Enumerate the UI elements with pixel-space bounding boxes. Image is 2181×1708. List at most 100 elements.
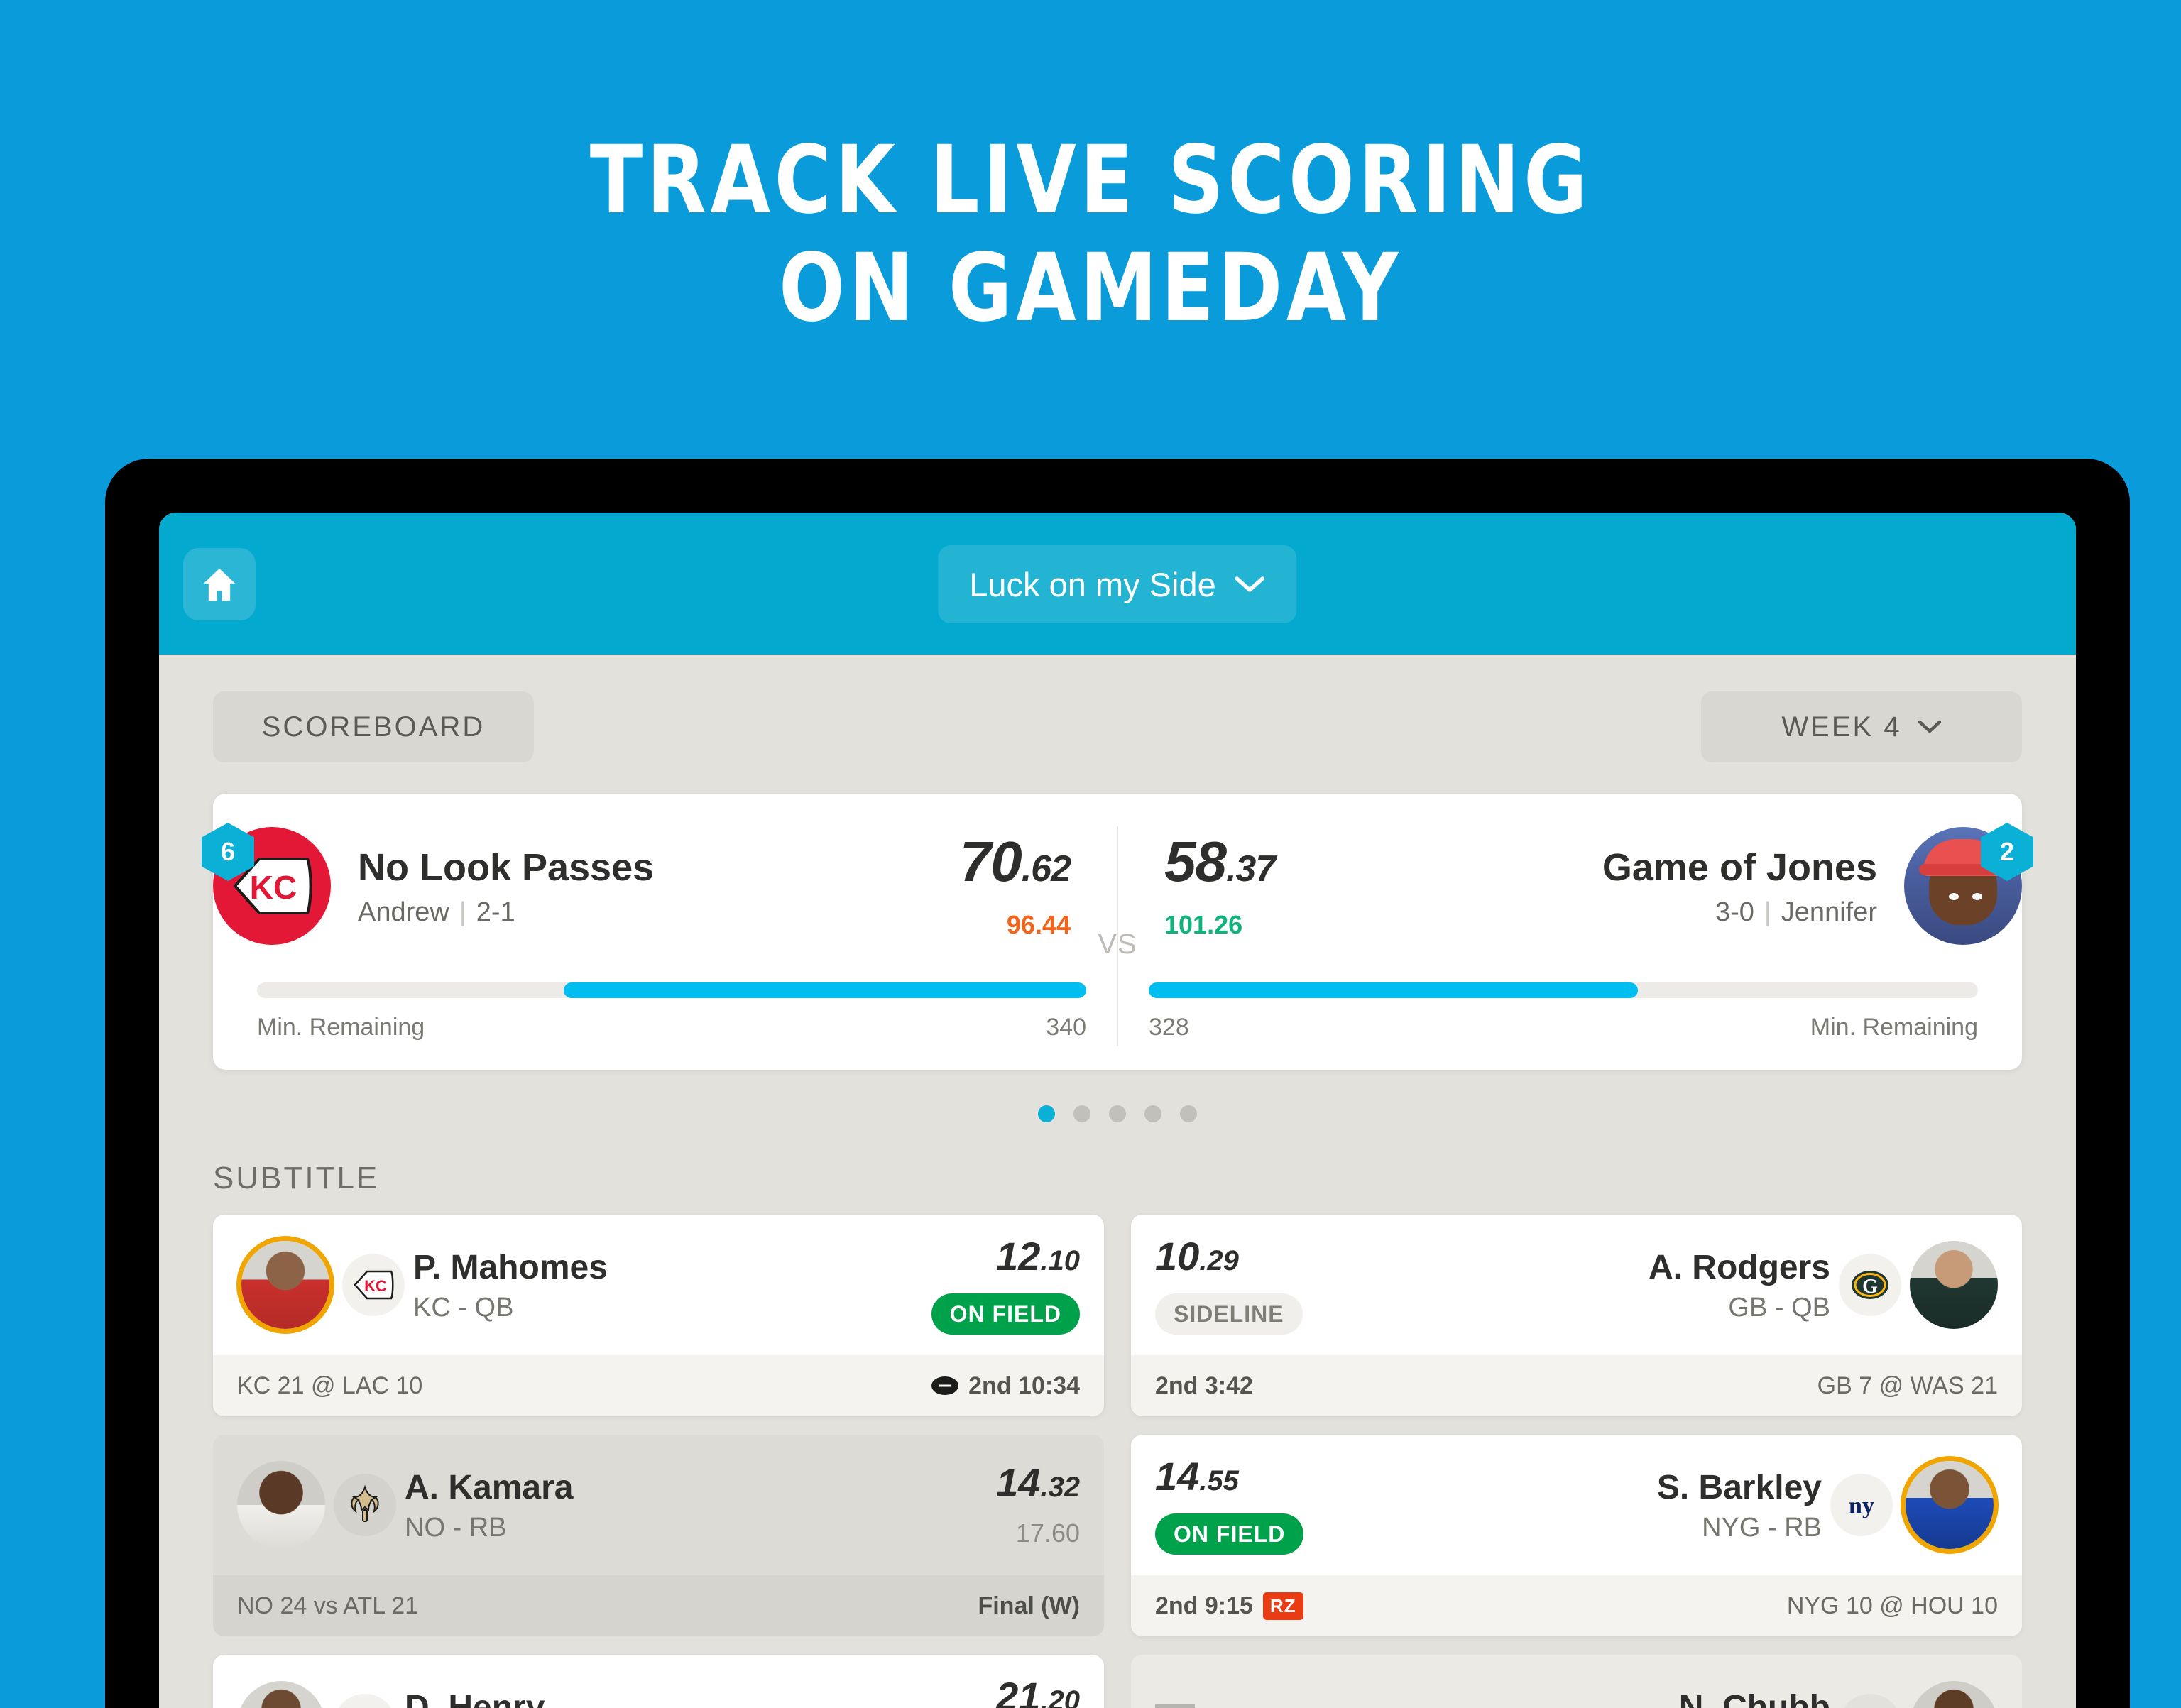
player-game-info-left: 2nd 9:15RZ [1155,1592,1303,1620]
carousel-dot-3[interactable] [1144,1105,1161,1122]
player-points-decimal: .20 [1040,1685,1080,1708]
player-card-footer: KC 21 @ LAC 10 2nd 10:34 [213,1355,1104,1416]
player-points: 10.29 [1155,1235,1239,1282]
player-name: S. Barkley [1303,1467,1822,1509]
home-progress-block: Min. Remaining 340 [213,982,1117,1041]
packers-logo-icon: G [1839,1254,1901,1316]
player-points: 14.32 [996,1462,1080,1509]
away-progress-labels: 328 Min. Remaining [1149,1014,1978,1041]
away-score-decimal: .37 [1226,848,1275,889]
player-name: N. Chubb [1205,1687,1830,1708]
player-points: 21.20 [996,1675,1080,1708]
player-avatar [237,1461,325,1549]
player-info: N. Chubb CLE - RB [1205,1687,1830,1708]
home-team-avatar: 6 KC [213,827,331,945]
titans-logo-icon [334,1694,396,1708]
matchup-away-side: 58.37 101.26 Game of Jones 3-0|Jennifer [1117,827,2022,945]
away-progress-track [1149,982,1978,998]
carousel-dot-0[interactable] [1038,1105,1055,1122]
player-card[interactable]: —7.43 N. Chubb CLE - RB [1131,1655,2022,1708]
carousel-dot-1[interactable] [1073,1105,1090,1122]
home-button[interactable] [183,548,256,620]
week-selector-dropdown[interactable]: WEEK 4 [1701,691,2022,762]
player-info: P. Mahomes KC - QB [413,1247,931,1323]
player-points-whole: 21 [996,1674,1040,1708]
player-game-info-right: Final (W) [978,1592,1080,1620]
player-info: A. Rodgers GB - QB [1303,1247,1830,1323]
player-score-block: 14.3217.60 [996,1462,1080,1548]
carousel-dot-4[interactable] [1180,1105,1197,1122]
saints-logo-icon [334,1474,396,1536]
chiefs-logo-icon: KC [342,1254,405,1316]
player-points: — [1155,1682,1195,1708]
football-icon [931,1376,958,1395]
away-score-whole: 58 [1164,830,1226,893]
home-minutes-value: 340 [1046,1014,1086,1041]
tab-scoreboard-label: SCOREBOARD [262,711,486,743]
player-game-info-right: GB 7 @ WAS 21 [1818,1372,1998,1400]
status-badge: ON FIELD [1155,1513,1303,1555]
redzone-badge: RZ [1263,1592,1303,1620]
player-card-footer: 2nd 3:42 GB 7 @ WAS 21 [1131,1355,2022,1416]
matchup-home-side: 6 KC No Look Passes Andrew|2 [213,827,1117,945]
player-card[interactable]: A. Kamara NO - RB 14.3217.60 NO 24 vs ATL… [213,1435,1104,1636]
away-score-block: 58.37 101.26 [1164,832,1275,940]
team-selector-dropdown[interactable]: Luck on my Side [938,545,1296,623]
away-score: 58.37 [1164,832,1275,899]
player-name: A. Rodgers [1303,1247,1830,1288]
browns-logo-icon [1839,1694,1901,1708]
home-progress-track [257,982,1086,998]
carousel-pagination[interactable] [159,1105,2076,1122]
player-info: S. Barkley NYG - RB [1303,1467,1822,1543]
player-name: P. Mahomes [413,1247,931,1288]
home-record: 2-1 [476,897,515,927]
player-card[interactable]: KC P. Mahomes KC - QB 12.10ON FIELDKC 21… [213,1215,1104,1416]
player-card[interactable]: 10.29 SIDELINE A. Rodgers GB - QB G 2nd 3:… [1131,1215,2022,1416]
away-team-avatar: 2 [1904,827,2022,945]
player-points-whole: 10 [1155,1234,1199,1279]
home-icon [199,564,239,604]
player-info: D. Henry TEN - RB [405,1687,932,1708]
week-selector-label: WEEK 4 [1781,711,1901,743]
away-team-info: Game of Jones 3-0|Jennifer [1602,845,1877,928]
player-score-block: 10.29 SIDELINE [1155,1235,1303,1335]
matchup-card[interactable]: VS 6 KC N [213,794,2022,1070]
player-name: A. Kamara [405,1467,996,1509]
player-card-footer: 2nd 9:15RZ NYG 10 @ HOU 10 [1131,1575,2022,1636]
home-team-meta: Andrew|2-1 [358,897,654,928]
home-score-whole: 70 [960,830,1022,893]
player-card[interactable]: D. Henry TEN - RB 21.20SIDELINE [213,1655,1104,1708]
player-game-info-right: NYG 10 @ HOU 10 [1787,1592,1998,1620]
player-game-info-right: 2nd 10:34 [931,1372,1080,1400]
toolbar: SCOREBOARD WEEK 4 [159,655,2076,762]
away-minutes-label: Min. Remaining [1810,1014,1978,1041]
matchup-progress-row: Min. Remaining 340 328 Min. Remaining [213,982,2022,1041]
player-points-decimal: .55 [1199,1465,1239,1496]
player-score-block: 12.10ON FIELD [931,1235,1080,1335]
giants-logo-icon: ny [1830,1474,1893,1536]
player-points-whole: — [1155,1680,1195,1708]
status-badge: SIDELINE [1155,1293,1303,1335]
chevron-down-icon [1235,574,1266,594]
home-minutes-label: Min. Remaining [257,1014,425,1041]
player-score-block: 21.20SIDELINE [932,1675,1080,1708]
away-team-name: Game of Jones [1602,845,1877,890]
player-avatar [1910,1681,1998,1708]
app-header: Luck on my Side [159,513,2076,655]
headline-line-1: Track Live Scoring [87,126,2094,234]
player-score-block: 14.55ON FIELD [1155,1455,1303,1555]
home-score-block: 70.62 96.44 [960,832,1071,940]
tab-scoreboard[interactable]: SCOREBOARD [213,691,534,762]
team-selector-label: Luck on my Side [969,565,1215,604]
home-team-info: No Look Passes Andrew|2-1 [358,845,654,928]
player-team-position: NO - RB [405,1513,996,1543]
carousel-dot-2[interactable] [1109,1105,1126,1122]
player-points-decimal: .29 [1199,1245,1239,1276]
player-points-decimal: .32 [1040,1472,1080,1503]
player-score-block: —7.43 [1155,1682,1205,1708]
player-card-footer: NO 24 vs ATL 21 Final (W) [213,1575,1104,1636]
player-card[interactable]: 14.55ON FIELD S. Barkley NYG - RB ny2nd … [1131,1435,2022,1636]
player-card-grid: KC P. Mahomes KC - QB 12.10ON FIELDKC 21… [159,1196,2076,1708]
app-screen: Luck on my Side SCOREBOARD WEEK 4 [159,513,2076,1708]
player-card-body: KC P. Mahomes KC - QB 12.10ON FIELD [213,1215,1104,1355]
